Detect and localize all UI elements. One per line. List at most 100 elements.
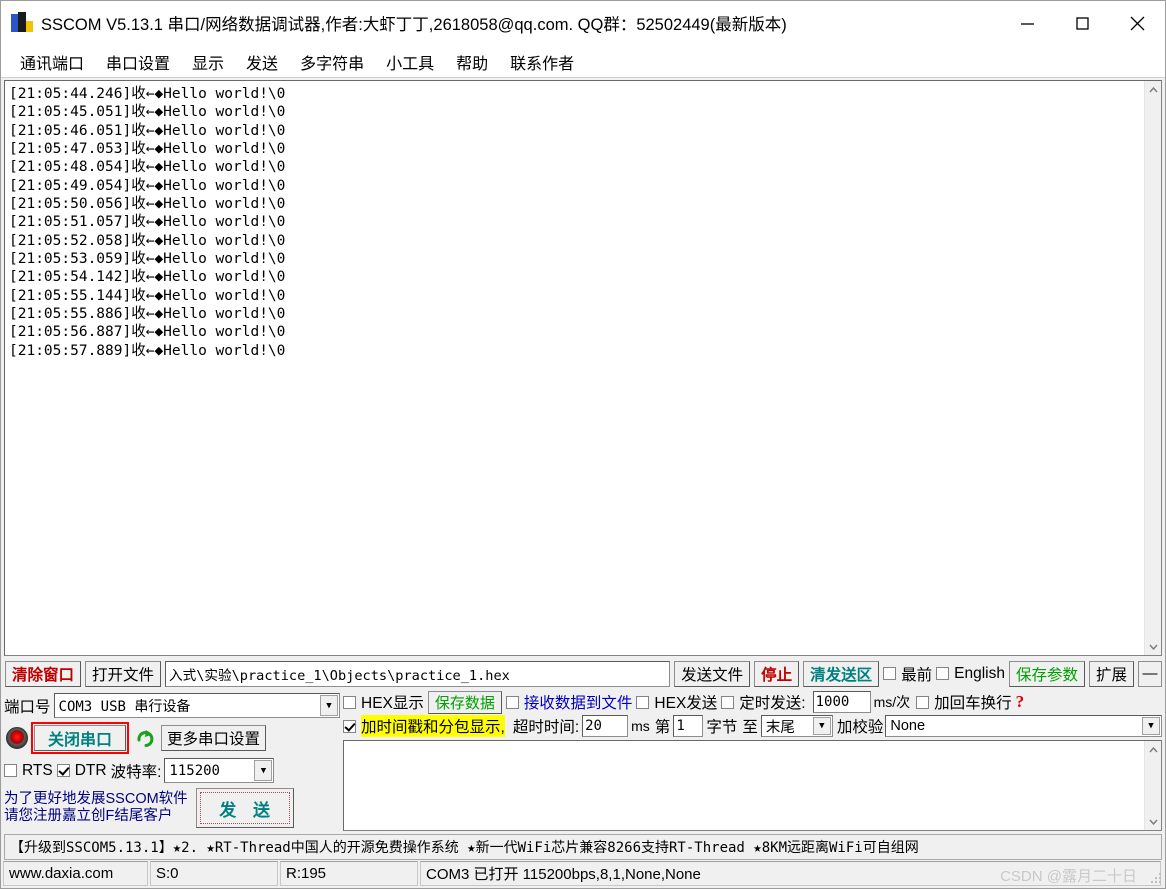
timestamp-checkbox[interactable]: 加时间戳和分包显示, <box>343 715 505 737</box>
collapse-button[interactable]: — <box>1138 660 1162 687</box>
menu-item-contact[interactable]: 联系作者 <box>499 47 585 77</box>
menu-item-help[interactable]: 帮助 <box>445 47 499 77</box>
topmost-checkbox[interactable]: 最前 <box>883 663 932 685</box>
hex-send-checkbox-box[interactable] <box>636 695 650 709</box>
receive-scrollbar[interactable] <box>1144 81 1161 655</box>
menu-item-comm-port[interactable]: 通讯端口 <box>9 47 95 77</box>
stop-button[interactable]: 停止 <box>754 660 800 687</box>
crlf-label: 加回车换行 <box>934 695 1012 712</box>
crlf-checkbox-box[interactable] <box>916 695 930 709</box>
scroll-down-icon[interactable] <box>1145 813 1162 830</box>
file-path-field[interactable]: 入式\实验\practice_1\Objects\practice_1.hex <box>165 660 671 687</box>
timestamp-label: 加时间戳和分包显示, <box>361 715 505 737</box>
hex-send-label: HEX发送 <box>654 695 718 712</box>
save-data-button[interactable]: 保存数据 <box>427 690 502 714</box>
chevron-down-icon[interactable]: ▼ <box>1142 717 1160 735</box>
timeout-input[interactable]: 20 <box>582 715 629 737</box>
scroll-down-icon[interactable] <box>1145 638 1162 655</box>
byte-from-input[interactable]: 1 <box>673 715 704 737</box>
menu-bar: 通讯端口 串口设置 显示 发送 多字符串 小工具 帮助 联系作者 <box>1 46 1165 78</box>
port-settings-panel: 端口号 COM3 USB 串行设备 ▼ 关闭串口 更多串口设置 RTS DTR … <box>4 690 340 833</box>
clear-window-button[interactable]: 清除窗口 <box>5 660 82 687</box>
byte-to-select[interactable]: 末尾 ▼ <box>760 715 833 737</box>
advertisement-bar[interactable]: 【升级到SSCOM5.13.1】★2. ★RT-Thread中国人的开源免费操作… <box>4 834 1162 860</box>
send-button[interactable]: 发 送 <box>195 788 294 828</box>
resize-grip[interactable] <box>1150 873 1162 885</box>
menu-item-multi-string[interactable]: 多字符串 <box>289 47 375 77</box>
checksum-value: None <box>890 718 926 734</box>
hex-display-checkbox-box[interactable] <box>343 695 356 709</box>
receive-log-text: [21:05:44.246]收←◆Hello world!\0 [21:05:4… <box>9 86 286 359</box>
file-toolbar: 清除窗口 打开文件 入式\实验\practice_1\Objects\pract… <box>1 656 1165 690</box>
more-port-settings-button[interactable]: 更多串口设置 <box>161 725 267 751</box>
send-textarea[interactable] <box>343 740 1162 831</box>
recv-to-file-checkbox[interactable]: 接收数据到文件 <box>505 691 633 713</box>
open-file-button[interactable]: 打开文件 <box>85 660 162 687</box>
port-select[interactable]: COM3 USB 串行设备 ▼ <box>53 693 340 718</box>
options-row-2: 加时间戳和分包显示, 超时时间: 20 ms 第 1 字节 至 末尾 ▼ 加校验… <box>343 714 1162 738</box>
menu-item-tools[interactable]: 小工具 <box>375 47 445 77</box>
topmost-label: 最前 <box>901 666 933 684</box>
close-port-button[interactable]: 关闭串口 <box>34 725 126 751</box>
scroll-up-icon[interactable] <box>1145 81 1162 98</box>
dtr-label: DTR <box>74 761 107 779</box>
timed-send-checkbox[interactable]: 定时发送: <box>721 691 806 713</box>
save-params-button[interactable]: 保存参数 <box>1008 660 1085 687</box>
send-textarea-content[interactable] <box>344 741 1144 830</box>
port-row: 端口号 COM3 USB 串行设备 ▼ <box>4 690 340 719</box>
english-checkbox[interactable]: English <box>936 665 1005 683</box>
recv-to-file-checkbox-box[interactable] <box>505 695 519 709</box>
hex-send-checkbox[interactable]: HEX发送 <box>636 691 717 713</box>
help-icon[interactable]: ? <box>1016 692 1025 712</box>
chevron-down-icon[interactable]: ▼ <box>254 760 273 781</box>
topmost-checkbox-box[interactable] <box>883 667 897 680</box>
status-bar: www.daxia.com S:0 R:195 COM3 已打开 115200b… <box>1 860 1165 888</box>
chevron-down-icon[interactable]: ▼ <box>320 695 338 716</box>
timeout-label: 超时时间: <box>512 719 580 736</box>
timed-send-checkbox-box[interactable] <box>721 695 735 709</box>
checksum-select[interactable]: None ▼ <box>885 715 1162 737</box>
send-scrollbar[interactable] <box>1144 741 1161 830</box>
receive-area[interactable]: [21:05:44.246]收←◆Hello world!\0 [21:05:4… <box>4 80 1162 656</box>
baud-select-value: 115200 <box>169 762 220 779</box>
extend-button[interactable]: 扩展 <box>1088 660 1134 687</box>
lower-panel: 端口号 COM3 USB 串行设备 ▼ 关闭串口 更多串口设置 RTS DTR … <box>1 690 1165 833</box>
timed-interval-input[interactable]: 1000 <box>812 691 871 713</box>
rts-checkbox-box[interactable] <box>4 764 17 777</box>
promo-row: 为了更好地发展SSCOM软件 请您注册嘉立创F结尾客户 发 送 <box>4 788 340 828</box>
refresh-ports-icon[interactable] <box>133 726 157 750</box>
timestamp-checkbox-box[interactable] <box>343 719 356 733</box>
dtr-checkbox[interactable]: DTR <box>56 761 107 780</box>
port-label: 端口号 <box>4 698 51 716</box>
status-recv-count: R:195 <box>280 861 418 886</box>
promo-line-2: 请您注册嘉立创F结尾客户 <box>4 808 173 824</box>
menu-item-port-settings[interactable]: 串口设置 <box>95 47 181 77</box>
clear-send-button[interactable]: 清发送区 <box>803 660 880 687</box>
checksum-label: 加校验 <box>836 719 884 736</box>
interval-unit-label: ms/次 <box>873 694 911 710</box>
menu-item-display[interactable]: 显示 <box>181 47 235 77</box>
status-website[interactable]: www.daxia.com <box>3 861 148 886</box>
crlf-checkbox[interactable]: 加回车换行 <box>916 691 1012 713</box>
to-label: 至 <box>742 719 758 736</box>
send-file-button[interactable]: 发送文件 <box>674 660 751 687</box>
csdn-watermark: CSDN @露月二十日 <box>1000 868 1137 885</box>
send-button-label: 发 送 <box>199 792 290 824</box>
app-logo-icon <box>11 12 33 34</box>
close-icon[interactable] <box>1110 1 1165 46</box>
promo-line-1: 为了更好地发展SSCOM软件 <box>4 791 188 807</box>
dtr-checkbox-box[interactable] <box>56 764 70 777</box>
scroll-up-icon[interactable] <box>1145 741 1162 758</box>
rts-checkbox[interactable]: RTS <box>4 762 53 780</box>
recv-to-file-label: 接收数据到文件 <box>523 695 633 712</box>
hex-display-checkbox[interactable]: HEX显示 <box>343 691 424 713</box>
maximize-icon[interactable] <box>1055 1 1110 46</box>
rts-label: RTS <box>22 761 53 779</box>
chevron-down-icon[interactable]: ▼ <box>812 717 831 735</box>
english-checkbox-box[interactable] <box>936 667 950 680</box>
baud-select[interactable]: 115200 ▼ <box>164 758 275 783</box>
menu-item-send[interactable]: 发送 <box>235 47 289 77</box>
send-options-panel: HEX显示 保存数据 接收数据到文件 HEX发送 定时发送: 1000 ms/次 <box>340 690 1162 833</box>
timeout-unit-label: ms <box>631 718 650 734</box>
minimize-icon[interactable] <box>1000 1 1055 46</box>
